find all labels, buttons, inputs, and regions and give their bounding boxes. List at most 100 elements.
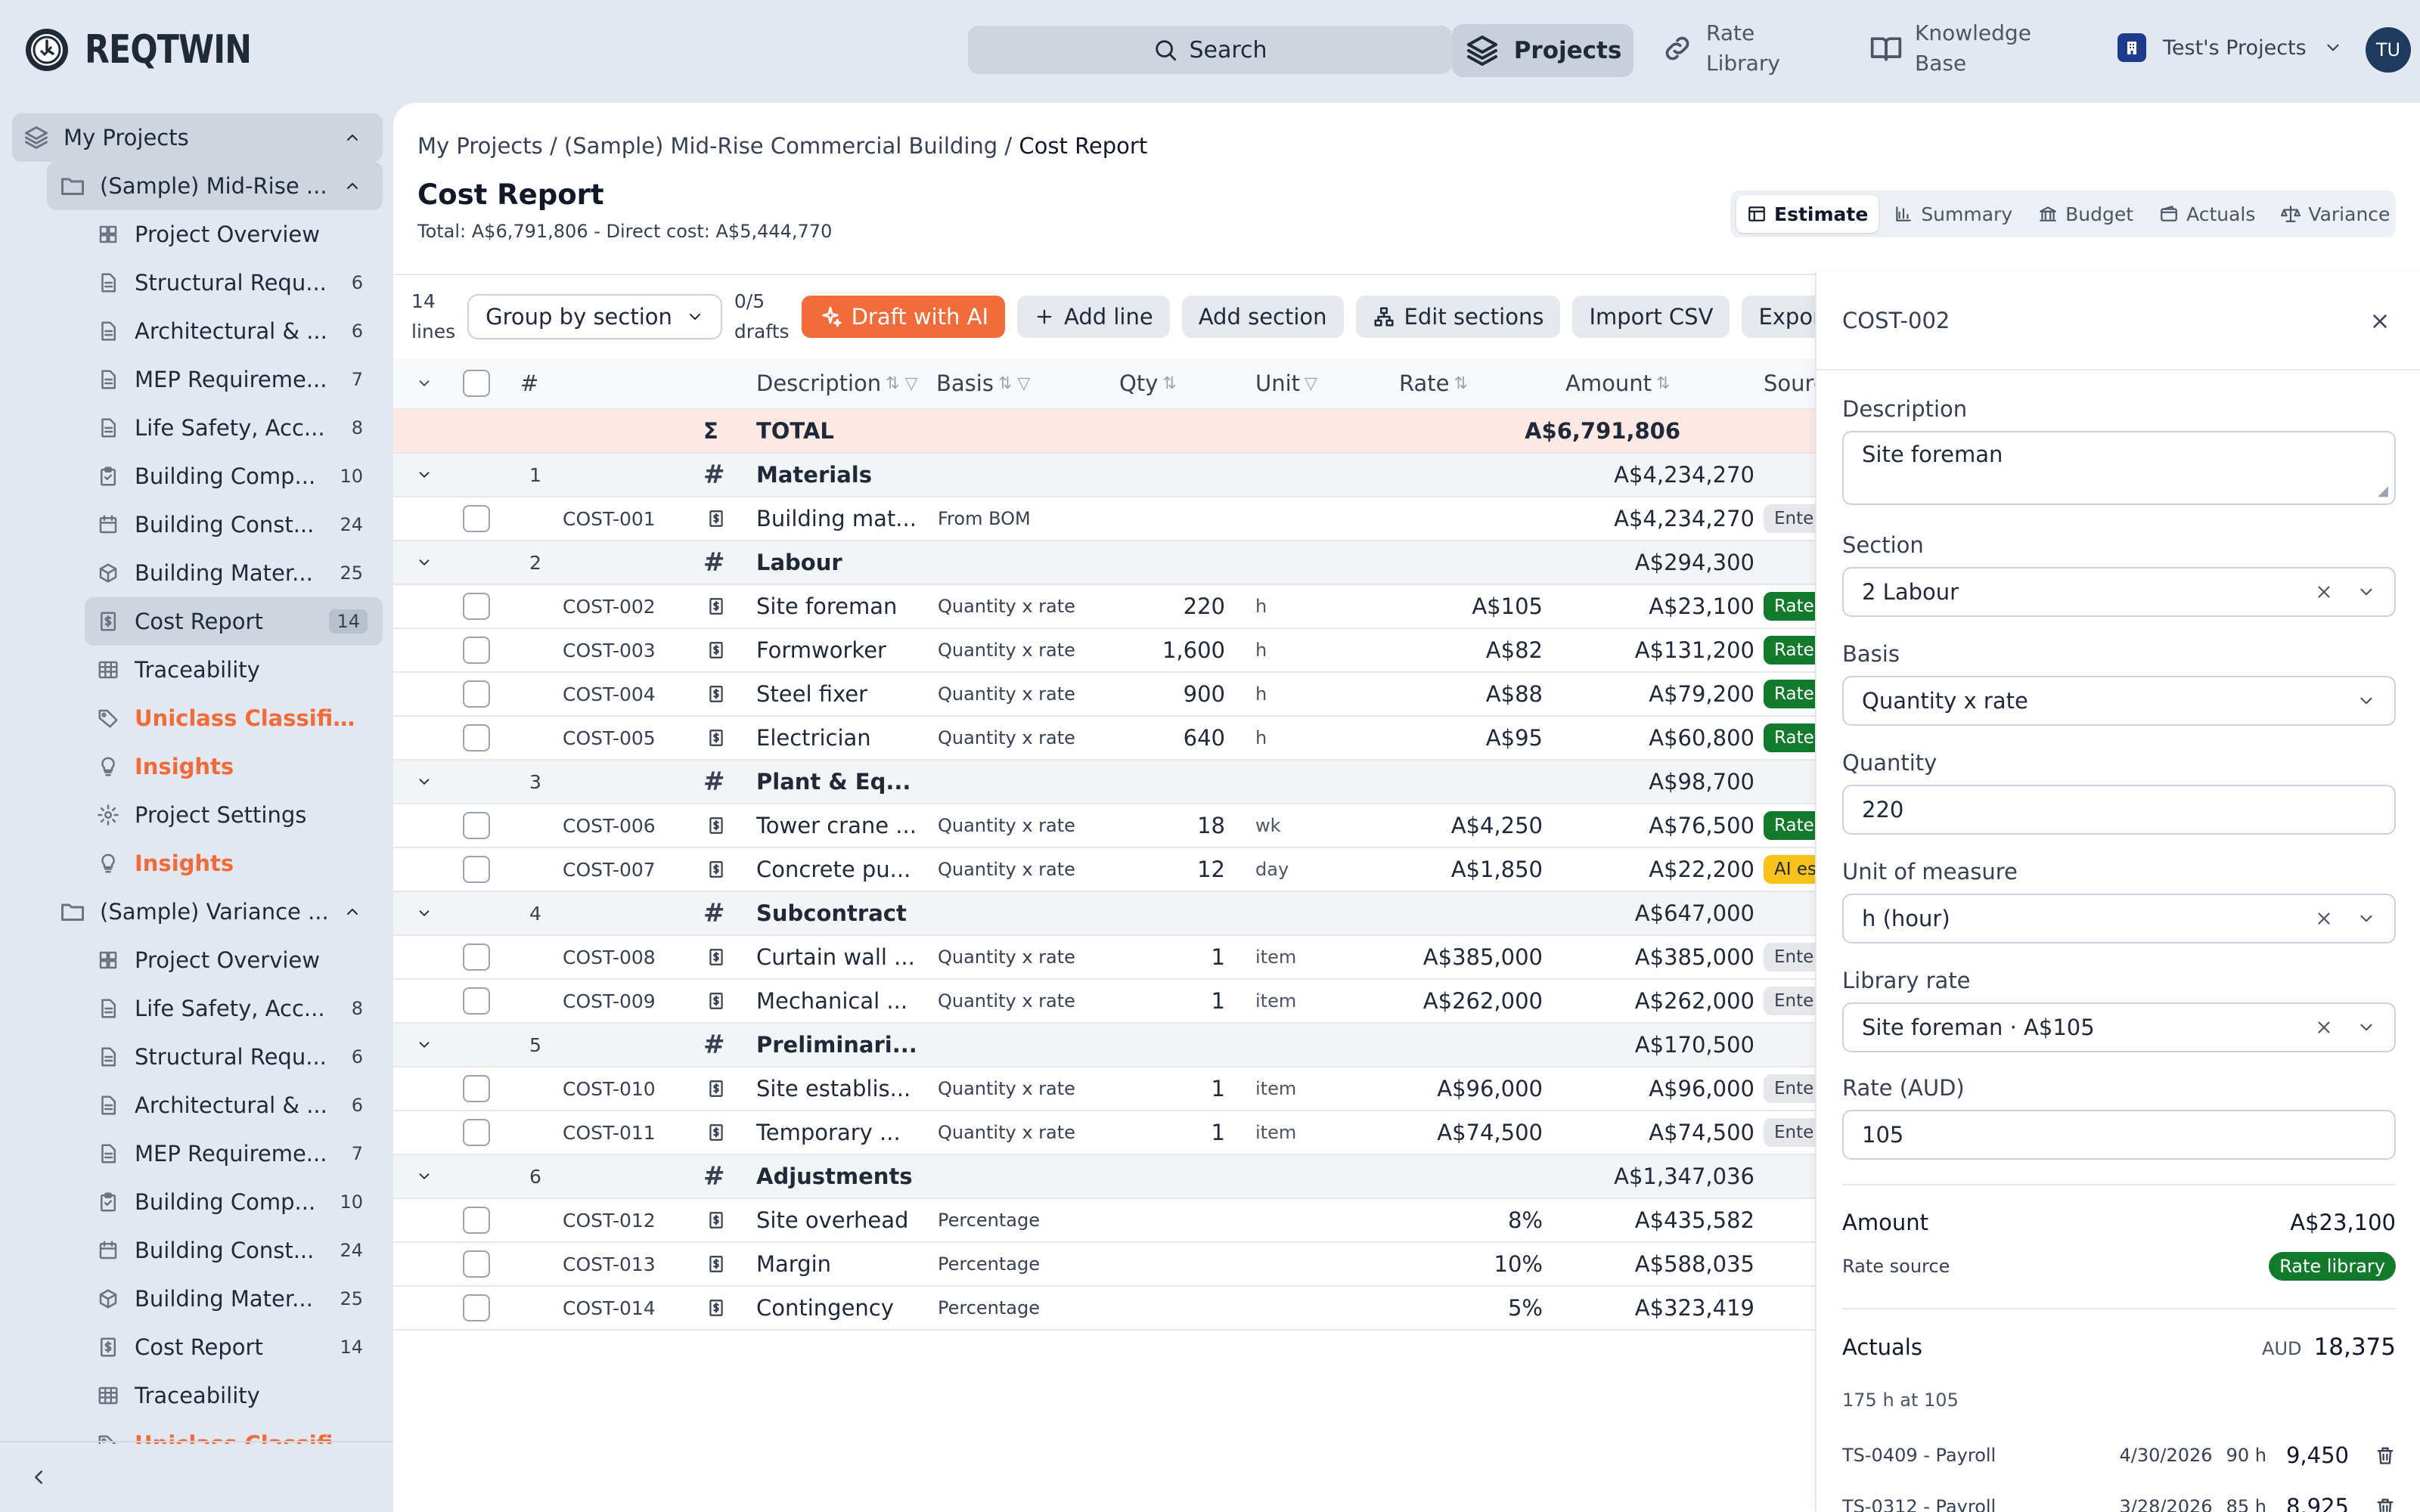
sidebar-item-building-comp[interactable]: Building Comp... 10 <box>12 1178 383 1226</box>
sidebar-item-building-const[interactable]: Building Const... 24 <box>12 500 383 549</box>
col-rate[interactable]: Rate ⇅ <box>1399 358 1468 408</box>
table-row[interactable]: COST-013 Margin Percentage 10% A$588,035 <box>393 1243 1815 1287</box>
trash-icon[interactable] <box>2375 1496 2396 1512</box>
chevron-up-icon[interactable] <box>343 177 361 195</box>
sidebar-item-project-overview[interactable]: Project Overview <box>12 936 383 984</box>
chevron-down-icon[interactable] <box>416 454 433 496</box>
section-row[interactable]: 5 # Preliminari... A$170,500 <box>393 1024 1815 1067</box>
row-checkbox[interactable] <box>463 505 490 532</box>
section-row[interactable]: 3 # Plant & Eq... A$98,700 <box>393 761 1815 804</box>
row-checkbox[interactable] <box>463 856 490 883</box>
table-row[interactable]: COST-010 Site establis... Quantity x rate 1… <box>393 1067 1825 1111</box>
chevron-down-icon[interactable] <box>416 1024 433 1066</box>
uom-select[interactable]: h (hour) <box>1842 894 2396 943</box>
sidebar-item-architectural[interactable]: Architectural & ... 6 <box>12 307 383 355</box>
col-basis[interactable]: Basis ⇅ ▽ <box>936 358 1030 408</box>
row-checkbox[interactable] <box>463 724 490 751</box>
col-description[interactable]: Description ⇅ ▽ <box>756 358 918 408</box>
table-row[interactable]: COST-001 Building mat... From BOM A$4,234,2… <box>393 497 1825 541</box>
nav-rate-library[interactable]: Rate Library <box>1661 18 1780 79</box>
rate-input[interactable]: 105 <box>1842 1110 2396 1160</box>
draft-with-ai-button[interactable]: Draft with AI <box>801 296 1006 338</box>
tab-estimate[interactable]: Estimate <box>1736 195 1879 233</box>
table-row[interactable]: COST-005 Electrician Quantity x rate 640 h A$… <box>393 717 1825 761</box>
clear-icon[interactable] <box>2314 1018 2334 1037</box>
sidebar-item-life-safety-acc[interactable]: Life Safety, Acc... 8 <box>12 984 383 1033</box>
export-button[interactable]: Expor <box>1742 296 1815 338</box>
tab-budget[interactable]: Budget <box>2028 195 2144 233</box>
user-avatar[interactable]: TU <box>2366 27 2411 73</box>
nav-knowledge-base[interactable]: Knowledge Base <box>1869 18 2031 79</box>
sidebar-item-mep-requireme[interactable]: MEP Requireme... 7 <box>12 355 383 404</box>
trash-icon[interactable] <box>2375 1445 2396 1466</box>
chevron-down-icon[interactable] <box>2356 691 2376 711</box>
chevron-up-icon[interactable] <box>343 129 361 147</box>
nav-projects[interactable]: Projects <box>1452 24 1634 77</box>
sidebar-item-traceability[interactable]: Traceability <box>12 1371 383 1420</box>
table-row[interactable]: COST-011 Temporary ... Quantity x rate 1 ite… <box>393 1111 1825 1155</box>
chevron-down-icon[interactable] <box>416 541 433 584</box>
basis-select[interactable]: Quantity x rate <box>1842 676 2396 726</box>
chevron-down-icon[interactable] <box>2356 582 2376 602</box>
sidebar-item-building-mater[interactable]: Building Mater... 25 <box>12 549 383 597</box>
chevron-down-icon[interactable] <box>2356 1018 2376 1037</box>
breadcrumb-my-projects[interactable]: My Projects <box>417 133 543 159</box>
chevron-down-icon[interactable] <box>416 761 433 803</box>
table-row[interactable]: COST-007 Concrete pu... Quantity x rate 12 d… <box>393 848 1827 892</box>
chevron-down-icon[interactable] <box>416 892 433 934</box>
row-checkbox[interactable] <box>463 1250 490 1278</box>
sidebar-project-mid-rise[interactable]: (Sample) Mid-Rise ... <box>47 162 383 210</box>
tab-summary[interactable]: Summary <box>1883 195 2023 233</box>
sidebar-item-building-mater[interactable]: Building Mater... 25 <box>12 1275 383 1323</box>
sidebar-item-cost-report[interactable]: Cost Report 14 <box>12 1323 383 1371</box>
collapse-all-icon[interactable] <box>416 358 433 408</box>
sidebar-item-building-const[interactable]: Building Const... 24 <box>12 1226 383 1275</box>
sidebar-project-variance[interactable]: (Sample) Variance ... <box>12 888 383 936</box>
app-logo[interactable]: REQTWIN <box>23 26 287 74</box>
section-row[interactable]: 4 # Subcontract A$647,000 <box>393 892 1815 936</box>
section-row[interactable]: 1 # Materials A$4,234,270 <box>393 454 1815 497</box>
row-checkbox[interactable] <box>463 1119 490 1146</box>
search-box[interactable]: Search <box>968 26 1452 74</box>
row-checkbox[interactable] <box>463 943 490 971</box>
row-checkbox[interactable] <box>463 812 490 839</box>
add-line-button[interactable]: Add line <box>1017 296 1170 338</box>
resize-handle-icon[interactable]: ◢ <box>2378 483 2388 499</box>
table-row[interactable]: COST-004 Steel fixer Quantity x rate 900 h A$… <box>393 673 1825 717</box>
tab-actuals[interactable]: Actuals <box>2149 195 2266 233</box>
sidebar-item-project-overview[interactable]: Project Overview <box>12 210 383 259</box>
close-icon[interactable] <box>2369 310 2391 333</box>
chevron-down-icon[interactable] <box>2356 909 2376 928</box>
description-textarea[interactable]: Site foreman ◢ <box>1842 431 2396 505</box>
table-row[interactable]: COST-009 Mechanical ... Quantity x rate 1 it… <box>393 980 1825 1024</box>
clear-icon[interactable] <box>2314 909 2334 928</box>
row-checkbox[interactable] <box>463 987 490 1015</box>
col-unit[interactable]: Unit ▽ <box>1255 358 1317 408</box>
chevron-left-icon[interactable] <box>27 1466 50 1489</box>
table-row[interactable]: COST-014 Contingency Percentage 5% A$323,419 <box>393 1287 1815 1331</box>
sidebar-item-structural-requ[interactable]: Structural Requ... 6 <box>12 1033 383 1081</box>
edit-sections-button[interactable]: Edit sections <box>1355 296 1561 338</box>
col-amount[interactable]: Amount ⇅ <box>1565 358 1670 408</box>
quantity-input[interactable]: 220 <box>1842 785 2396 835</box>
import-csv-button[interactable]: Import CSV <box>1572 296 1730 338</box>
section-row[interactable]: 2 # Labour A$294,300 <box>393 541 1815 585</box>
table-row[interactable]: COST-006 Tower crane ... Quantity x rate 18… <box>393 804 1825 848</box>
sidebar-my-projects[interactable]: My Projects <box>12 113 383 162</box>
row-checkbox[interactable] <box>463 1207 490 1234</box>
group-by-select[interactable]: Group by section <box>467 294 722 339</box>
col-qty[interactable]: Qty ⇅ <box>1119 358 1177 408</box>
table-row[interactable]: COST-003 Formworker Quantity x rate 1,600 h A… <box>393 629 1825 673</box>
section-select[interactable]: 2 Labour <box>1842 567 2396 617</box>
sidebar-item-uniclass-classific[interactable]: Uniclass Classific... <box>12 694 383 742</box>
row-checkbox[interactable] <box>463 680 490 708</box>
sidebar-item-cost-report[interactable]: Cost Report 14 <box>85 597 383 646</box>
select-all-checkbox[interactable] <box>463 370 490 397</box>
sidebar-item-architectural[interactable]: Architectural & ... 6 <box>12 1081 383 1129</box>
chevron-down-icon[interactable] <box>416 1155 433 1198</box>
row-checkbox[interactable] <box>463 593 490 620</box>
row-checkbox[interactable] <box>463 1075 490 1102</box>
library-rate-select[interactable]: Site foreman · A$105 <box>1842 1002 2396 1052</box>
add-section-button[interactable]: Add section <box>1181 296 1344 338</box>
breadcrumb-project[interactable]: (Sample) Mid-Rise Commercial Building <box>564 133 997 159</box>
